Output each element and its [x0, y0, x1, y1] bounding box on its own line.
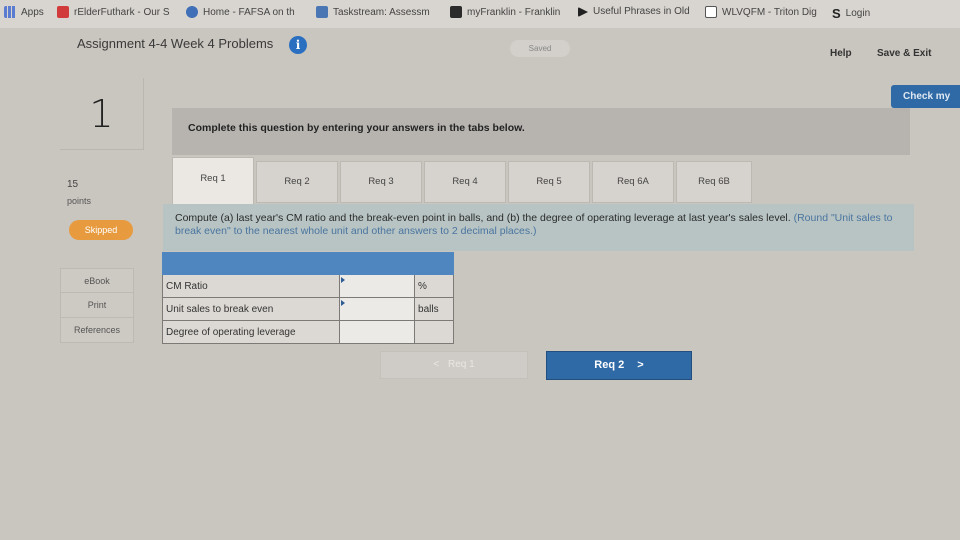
- tab-req-6a[interactable]: Req 6A: [592, 161, 674, 203]
- row-label-cm-ratio: CM Ratio: [161, 274, 341, 298]
- instruction-text: Compute (a) last year's CM ratio and the…: [175, 212, 791, 224]
- table-header-row: [161, 252, 454, 275]
- bookmark-login[interactable]: S Login: [832, 6, 892, 21]
- operating-leverage-input[interactable]: [343, 323, 412, 341]
- table-row: Degree of operating leverage: [161, 320, 454, 344]
- save-exit-link[interactable]: Save & Exit: [877, 48, 931, 59]
- tab-req-5[interactable]: Req 5: [508, 161, 590, 203]
- input-marker-icon: [341, 277, 346, 283]
- skipped-badge: Skipped: [69, 220, 133, 240]
- saved-status: Saved: [510, 40, 570, 57]
- bookmark-apps[interactable]: Apps: [4, 6, 44, 18]
- unit-percent: %: [414, 274, 454, 298]
- print-link[interactable]: Print: [60, 293, 134, 318]
- franklin-icon: [450, 6, 462, 18]
- chevron-right-icon: >: [637, 359, 644, 371]
- question-number: 1: [60, 78, 144, 150]
- points-label: points: [67, 196, 92, 206]
- prev-req-button[interactable]: < Req 1: [380, 351, 528, 379]
- tab-req-4[interactable]: Req 4: [424, 161, 506, 203]
- check-my-work-button[interactable]: Check my: [891, 85, 960, 108]
- resource-links: eBook Print References: [60, 268, 134, 343]
- next-req-button[interactable]: Req 2 >: [546, 351, 692, 380]
- row-label-unit-sales: Unit sales to break even: [161, 297, 341, 321]
- arrow-icon: [578, 6, 588, 17]
- unit-empty: [414, 320, 454, 344]
- bookmark-useful-phrases[interactable]: Useful Phrases in Old: [578, 6, 696, 17]
- bookmark-elderfuthark[interactable]: rElderFuthark - Our S: [57, 6, 177, 18]
- info-icon[interactable]: i: [289, 36, 307, 54]
- table-row: Unit sales to break even balls: [161, 297, 454, 321]
- question-banner: Complete this question by entering your …: [172, 108, 910, 155]
- taskstream-icon: [316, 6, 328, 18]
- assignment-title: Assignment 4-4 Week 4 Problems: [77, 36, 274, 51]
- bookmark-myfranklin[interactable]: myFranklin - Franklin: [450, 6, 570, 18]
- row-label-operating-leverage: Degree of operating leverage: [161, 320, 341, 344]
- bookmark-wlvqfm[interactable]: WLVQFM - Triton Dig: [705, 6, 823, 18]
- apps-icon: [4, 6, 16, 18]
- bookmark-taskstream[interactable]: Taskstream: Assessm: [316, 6, 441, 18]
- cm-ratio-input[interactable]: [343, 277, 412, 295]
- points-value: 15: [67, 179, 79, 190]
- document-icon: [705, 6, 717, 18]
- s-logo-icon: S: [832, 6, 841, 21]
- globe-icon: [186, 6, 198, 18]
- bookmark-fafsa[interactable]: Home - FAFSA on th: [186, 6, 306, 18]
- tab-req-3[interactable]: Req 3: [340, 161, 422, 203]
- table-row: CM Ratio %: [161, 274, 454, 298]
- site-icon: [57, 6, 69, 18]
- help-link[interactable]: Help: [830, 48, 852, 59]
- tab-req-6b[interactable]: Req 6B: [676, 161, 752, 203]
- unit-sales-input[interactable]: [343, 300, 412, 318]
- instruction-box: Compute (a) last year's CM ratio and the…: [163, 204, 914, 251]
- tab-req-2[interactable]: Req 2: [256, 161, 338, 203]
- chevron-left-icon: <: [433, 359, 440, 370]
- ebook-link[interactable]: eBook: [60, 268, 134, 293]
- tab-req-1[interactable]: Req 1: [172, 157, 254, 205]
- unit-balls: balls: [414, 297, 454, 321]
- answer-table: CM Ratio % Unit sales to break even ball…: [161, 252, 454, 344]
- references-link[interactable]: References: [60, 318, 134, 343]
- bookmarks-bar: Apps rElderFuthark - Our S Home - FAFSA …: [0, 0, 960, 28]
- input-marker-icon: [341, 300, 346, 306]
